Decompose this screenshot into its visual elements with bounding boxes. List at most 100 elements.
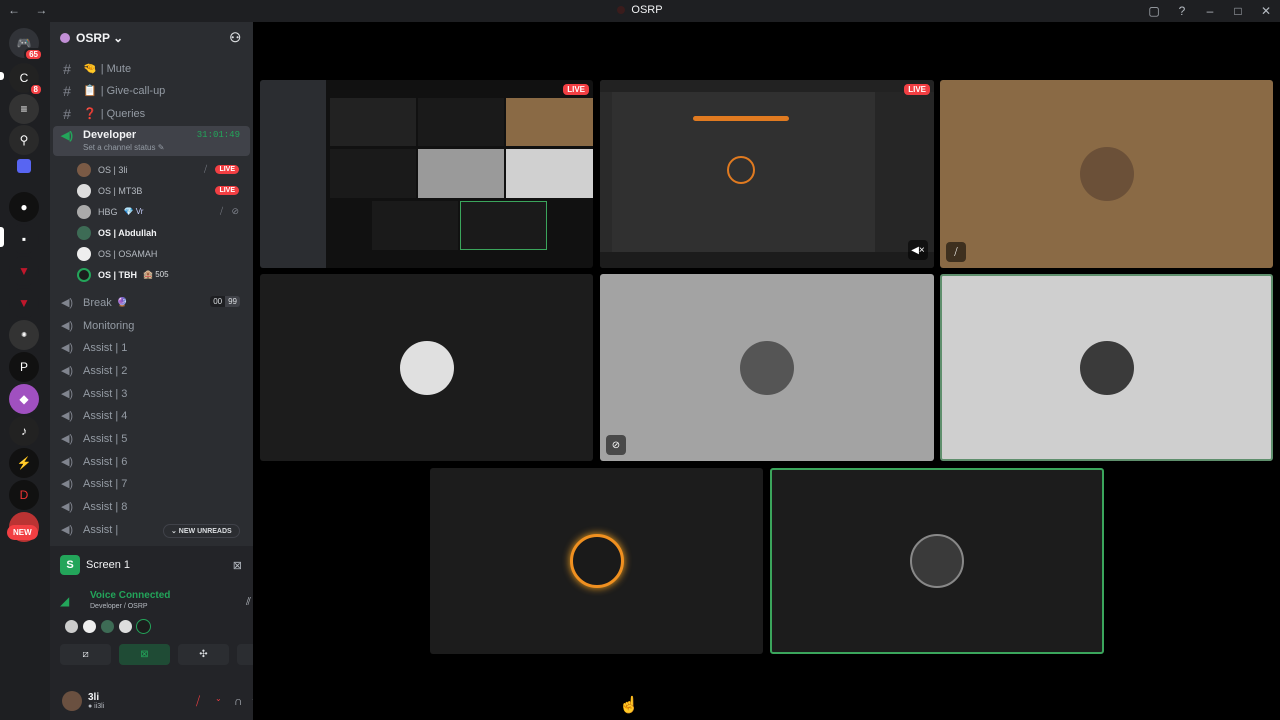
stream-preview-timeline <box>600 252 934 268</box>
channel-mute[interactable]: # 🤏 | Mute <box>53 58 250 79</box>
avatar <box>100 619 115 634</box>
server-icon <box>60 33 70 43</box>
stop-screen-icon[interactable]: ⊠ <box>233 559 242 572</box>
server-rail: 🎮 65 C8 ≡ ⚲ ● ▪ ▼ ▼ ✺ P ◆ ♪ ⚡ D NEW <box>0 22 50 720</box>
deafened-icon: ⊘ <box>231 206 239 216</box>
live-badge: LIVE <box>215 165 239 174</box>
mic-options-chevron-icon[interactable]: ⌄ <box>215 694 222 703</box>
channel-give-call-up[interactable]: # 📋 | Give-call-up <box>53 80 250 101</box>
voice-user[interactable]: OS | 3li ⧸ LIVE <box>77 159 249 180</box>
user-name: OS | 3li <box>98 164 128 175</box>
channel-label: Assist | 2 <box>83 364 128 377</box>
guild-red-v2-icon[interactable]: ▼ <box>9 288 39 318</box>
user-tile[interactable] <box>260 274 593 461</box>
channel-queries[interactable]: # ❓ | Queries <box>53 103 250 124</box>
channel-assist-1[interactable]: ◀) Assist | 1 <box>53 337 250 358</box>
user-tile-speaking[interactable] <box>770 468 1104 654</box>
channel-assist-3[interactable]: ◀) Assist | 3 <box>53 383 250 404</box>
guild-red-v-icon[interactable]: ▼ <box>9 256 39 286</box>
user-tile[interactable]: ⊘ <box>600 274 934 461</box>
guild-stack-icon[interactable]: ≡ <box>9 94 39 124</box>
channel-assist-6[interactable]: ◀) Assist | 6 <box>53 451 250 472</box>
user-avatar <box>1079 340 1134 395</box>
username: 3li <box>88 692 100 703</box>
guild-fire-icon[interactable]: ⚡ <box>9 448 39 478</box>
guild-selected-pill <box>0 227 4 247</box>
channel-label: Assist | 4 <box>83 409 128 422</box>
inbox-icon[interactable]: ▢ <box>1140 0 1168 22</box>
channel-label: Assist | 7 <box>83 477 128 490</box>
home-discord-icon[interactable]: 🎮 65 <box>9 28 43 61</box>
stream-tile-discord[interactable]: LIVE <box>260 80 593 268</box>
invite-people-icon[interactable]: ⚇ <box>229 30 241 46</box>
close-icon[interactable]: ✕ <box>1252 0 1280 22</box>
user-avatar <box>1079 147 1134 201</box>
guild-p-icon[interactable]: P <box>9 352 39 382</box>
channel-break[interactable]: ◀) Break 🔮 00 99 <box>53 292 250 313</box>
stream-preview-cell <box>506 149 593 198</box>
voice-user[interactable]: OS | TBH 🏨 505 <box>77 264 249 285</box>
new-unreads-button[interactable]: ⌄ NEW UNREADS <box>163 524 240 538</box>
channel-assist-5[interactable]: ◀) Assist | 5 <box>53 428 250 449</box>
signal-icon: ◢ <box>60 594 70 608</box>
help-icon[interactable]: ? <box>1168 0 1196 22</box>
activities-icon[interactable]: ✣ <box>178 644 229 665</box>
voice-panel: S Screen 1 ⊠ ◢ Voice Connected Developer… <box>50 546 288 720</box>
channel-label: | Mute <box>100 62 132 75</box>
guild-dt-icon[interactable]: D <box>9 480 39 510</box>
user-avatar[interactable] <box>62 691 82 711</box>
channel-developer[interactable]: ◀) Developer 31:01:49 Set a channel stat… <box>53 126 250 156</box>
user-name: OS | TBH <box>98 269 138 280</box>
voice-user[interactable]: OS | MT3B LIVE <box>77 180 249 201</box>
maximize-icon[interactable]: □ <box>1224 0 1252 22</box>
channel-label: Assist | 3 <box>83 387 128 400</box>
user-tile[interactable] <box>430 468 763 654</box>
guild-blue-icon[interactable] <box>17 159 31 173</box>
channel-label: Assist | 5 <box>83 432 128 445</box>
mic-muted-icon: ⧸ <box>203 164 207 174</box>
stream-tile-blender[interactable]: LIVE ◀× <box>600 80 934 268</box>
channel-assist-4[interactable]: ◀) Assist | 4 <box>53 405 250 426</box>
screen-icon: S <box>60 555 80 575</box>
guild-avatar-icon[interactable]: ● <box>9 192 39 222</box>
channel-assist-7[interactable]: ◀) Assist | 7 <box>53 473 250 494</box>
headphones-icon[interactable]: ∩ <box>234 694 243 708</box>
channel-monitoring[interactable]: ◀) Monitoring <box>53 315 250 336</box>
window-title-text: OSRP <box>631 4 663 16</box>
user-tile[interactable] <box>940 274 1273 461</box>
noise-suppression-icon[interactable]: ⫽ <box>246 596 251 609</box>
minimize-icon[interactable]: – <box>1196 0 1224 22</box>
guild-osrp-icon[interactable]: ▪ <box>9 224 39 254</box>
avatar <box>77 267 91 282</box>
screen-share-row[interactable]: S Screen 1 ⊠ <box>60 554 248 576</box>
voice-user[interactable]: HBG 💎 Vr ⧸ ⊘ <box>77 201 249 222</box>
guild-person-icon[interactable]: ⚲ <box>9 125 39 155</box>
guild-shadow-icon[interactable]: ♪ <box>9 416 39 446</box>
user-avatar <box>910 534 964 588</box>
voice-speaker-icon: ◀) <box>60 297 74 309</box>
mic-muted-icon[interactable]: ⧸ <box>196 694 200 709</box>
user-avatar <box>399 340 454 395</box>
voice-stage: LIVE LIVE ◀× ⧸ ⊘ <box>253 22 1280 720</box>
voice-user[interactable]: OS | OSAMAH <box>77 243 249 264</box>
server-header[interactable]: OSRP ⌄ ⚇ <box>50 22 253 54</box>
stream-preview-object <box>693 116 789 121</box>
guild-badge-icon[interactable]: ✺ <box>9 320 39 350</box>
guild-purple-icon[interactable]: ◆ <box>9 384 39 414</box>
user-info[interactable]: 3li ● ii3li <box>88 692 104 710</box>
user-limit-badge: 00 99 <box>210 296 240 307</box>
camera-off-icon[interactable]: ⧄ <box>60 644 111 665</box>
channel-assist-2[interactable]: ◀) Assist | 2 <box>53 360 250 381</box>
channel-label: Developer <box>83 129 137 141</box>
voice-user[interactable]: OS | Abdullah <box>77 222 249 243</box>
guild-c-icon[interactable]: C8 <box>9 63 43 96</box>
share-screen-icon[interactable]: ⊠ <box>119 644 170 665</box>
channel-assist-8[interactable]: ◀) Assist | 8 <box>53 496 250 517</box>
user-tile[interactable]: ⧸ <box>940 80 1273 268</box>
voice-connected-label[interactable]: Voice Connected <box>90 590 170 601</box>
stream-preview-cell <box>460 201 547 250</box>
stream-volume-muted-icon[interactable]: ◀× <box>908 240 928 260</box>
channel-status-button[interactable]: Set a channel status ✎ <box>83 143 164 152</box>
mic-muted-icon: ⧸ <box>946 242 966 262</box>
voice-channel-path[interactable]: Developer / OSRP <box>90 603 148 610</box>
